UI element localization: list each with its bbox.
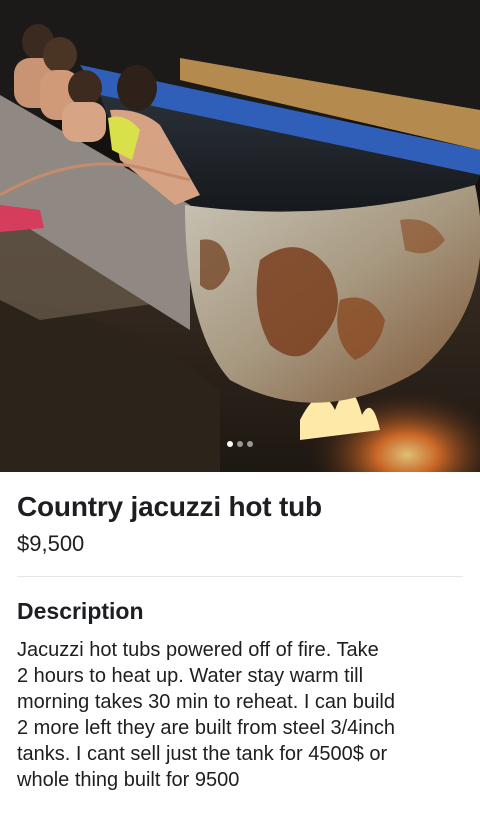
description-text: Jacuzzi hot tubs powered off of fire. Ta… xyxy=(17,639,395,791)
section-divider xyxy=(17,576,463,577)
hot-tub-photo xyxy=(0,0,480,472)
pager-dot[interactable] xyxy=(237,441,243,447)
listing-price: $9,500 xyxy=(17,531,85,556)
pager-dot[interactable] xyxy=(227,441,233,447)
photo-pager[interactable] xyxy=(227,441,253,447)
pager-dot[interactable] xyxy=(247,441,253,447)
listing-info: Country jacuzzi hot tub $9,500 Descripti… xyxy=(0,472,480,793)
listing-photo[interactable] xyxy=(0,0,480,472)
listing-title: Country jacuzzi hot tub xyxy=(17,491,322,522)
description-heading: Description xyxy=(17,598,144,624)
